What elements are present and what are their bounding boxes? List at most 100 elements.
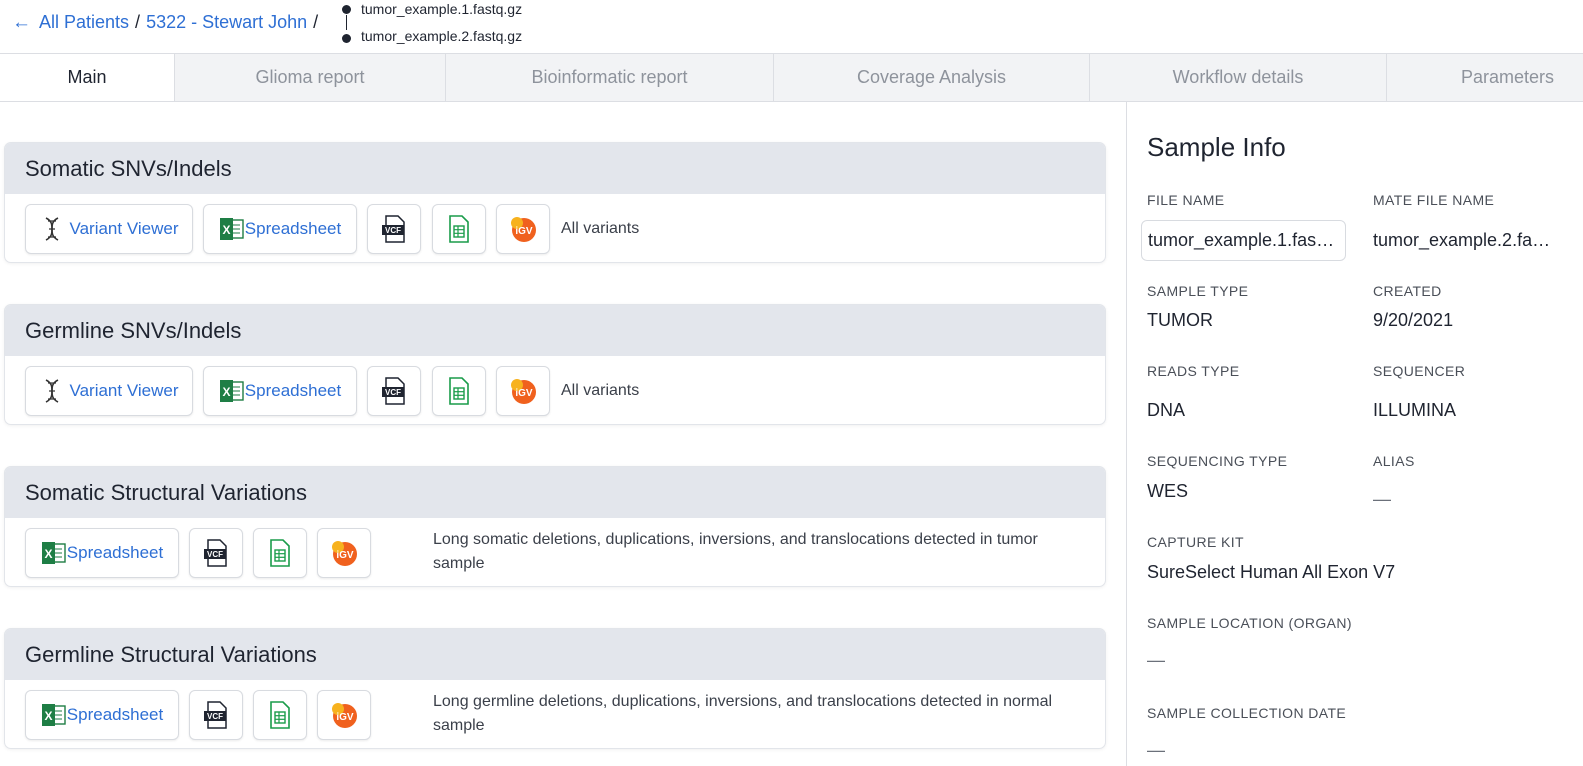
- dna-icon: [40, 216, 64, 242]
- sample-file-pair: tumor_example.1.fastq.gz tumor_example.2…: [340, 0, 580, 50]
- vcf-download-button[interactable]: VCF: [189, 690, 243, 740]
- igv-button[interactable]: iGV: [496, 366, 550, 416]
- dna-icon: [40, 378, 64, 404]
- tab-parameters[interactable]: Parameters: [1387, 54, 1583, 101]
- vcf-download-button[interactable]: VCF: [367, 204, 421, 254]
- created-label: CREATED: [1373, 283, 1442, 299]
- created-value: 9/20/2021: [1373, 310, 1454, 330]
- collection-date-value: —: [1147, 740, 1165, 760]
- sheet-download-button[interactable]: [253, 690, 307, 740]
- igv-button[interactable]: iGV: [317, 690, 371, 740]
- tab-bar: Main Glioma report Bioinformatic report …: [0, 53, 1583, 102]
- igv-button[interactable]: iGV: [496, 204, 550, 254]
- vcf-file-icon: VCF: [203, 701, 229, 729]
- section-germline-structural-variations: Germline Structural Variations X Spreads…: [4, 628, 1106, 749]
- section-somatic-snvs: Somatic SNVs/Indels Variant Viewer X Spr…: [4, 142, 1106, 263]
- sample-type-label: SAMPLE TYPE: [1147, 283, 1249, 299]
- vcf-file-icon: VCF: [203, 539, 229, 567]
- top-bar: ← All Patients / 5322 - Stewart John / t…: [0, 0, 1583, 53]
- spreadsheet-button[interactable]: X Spreadsheet: [25, 528, 179, 578]
- sample-location-value: —: [1147, 650, 1165, 670]
- svg-text:iGV: iGV: [515, 226, 533, 237]
- section-description: All variants: [561, 220, 640, 237]
- sample-location-label: SAMPLE LOCATION (ORGAN): [1147, 615, 1352, 631]
- spreadsheet-button[interactable]: X Spreadsheet: [203, 204, 357, 254]
- arrow-left-icon[interactable]: ←: [12, 13, 31, 32]
- svg-text:X: X: [222, 385, 230, 399]
- spreadsheet-button[interactable]: X Spreadsheet: [25, 690, 179, 740]
- mate-file-name-label: MATE FILE NAME: [1373, 192, 1495, 208]
- variant-viewer-button[interactable]: Variant Viewer: [25, 204, 193, 254]
- breadcrumb: ← All Patients / 5322 - Stewart John /: [12, 12, 324, 33]
- tab-bioinformatic-report[interactable]: Bioinformatic report: [446, 54, 774, 101]
- tab-glioma-report[interactable]: Glioma report: [175, 54, 446, 101]
- sample-type-value: TUMOR: [1147, 310, 1213, 330]
- excel-icon: X: [219, 217, 245, 241]
- sheet-download-button[interactable]: [253, 528, 307, 578]
- mate-file-name-value: tumor_example.2.fastq.gz: [1373, 230, 1558, 250]
- igv-icon: iGV: [508, 214, 538, 244]
- svg-text:iGV: iGV: [515, 388, 533, 399]
- svg-text:X: X: [222, 223, 230, 237]
- vcf-file-icon: VCF: [381, 377, 407, 405]
- sequencing-type-label: SEQUENCING TYPE: [1147, 453, 1288, 469]
- igv-button[interactable]: iGV: [317, 528, 371, 578]
- breadcrumb-all-patients[interactable]: All Patients: [39, 12, 129, 33]
- sheet-download-button[interactable]: [432, 204, 486, 254]
- sequencer-label: SEQUENCER: [1373, 363, 1466, 379]
- svg-text:VCF: VCF: [207, 712, 223, 721]
- igv-icon: iGV: [508, 376, 538, 406]
- capture-kit-label: CAPTURE KIT: [1147, 534, 1244, 550]
- breadcrumb-separator: /: [313, 12, 319, 32]
- sample-info-title: Sample Info: [1147, 132, 1286, 162]
- svg-text:VCF: VCF: [207, 550, 223, 559]
- spreadsheet-label: Spreadsheet: [244, 381, 342, 400]
- svg-text:iGV: iGV: [336, 550, 354, 561]
- excel-icon: X: [41, 703, 67, 727]
- section-title: Germline SNVs/Indels: [5, 305, 1105, 356]
- breadcrumb-separator: /: [135, 12, 141, 32]
- igv-icon: iGV: [329, 700, 359, 730]
- svg-text:X: X: [44, 709, 52, 723]
- tab-coverage-analysis[interactable]: Coverage Analysis: [774, 54, 1090, 101]
- section-title: Somatic Structural Variations: [5, 467, 1105, 518]
- spreadsheet-label: Spreadsheet: [66, 543, 164, 562]
- igv-icon: iGV: [329, 538, 359, 568]
- google-sheet-icon: [448, 377, 470, 405]
- svg-text:iGV: iGV: [336, 712, 354, 723]
- alias-value: —: [1373, 489, 1391, 509]
- breadcrumb-patient[interactable]: 5322 - Stewart John: [146, 12, 307, 33]
- variant-viewer-button[interactable]: Variant Viewer: [25, 366, 193, 416]
- sequencer-value: ILLUMINA: [1373, 400, 1457, 420]
- file-name-1: tumor_example.1.fastq.gz: [361, 1, 523, 17]
- file-connector-line: [346, 15, 347, 30]
- file-dot-icon: [342, 34, 351, 43]
- svg-text:VCF: VCF: [385, 226, 401, 235]
- svg-text:X: X: [44, 547, 52, 561]
- file-dot-icon: [342, 5, 351, 14]
- collection-date-label: SAMPLE COLLECTION DATE: [1147, 705, 1347, 721]
- google-sheet-icon: [269, 701, 291, 729]
- tab-main[interactable]: Main: [0, 54, 175, 101]
- reads-type-label: READS TYPE: [1147, 363, 1240, 379]
- sheet-download-button[interactable]: [432, 366, 486, 416]
- section-title: Somatic SNVs/Indels: [5, 143, 1105, 194]
- main-panel: Somatic SNVs/Indels Variant Viewer X Spr…: [0, 102, 1126, 766]
- capture-kit-value: SureSelect Human All Exon V7: [1147, 562, 1396, 582]
- svg-text:VCF: VCF: [385, 388, 401, 397]
- section-title: Germline Structural Variations: [5, 629, 1105, 680]
- section-somatic-structural-variations: Somatic Structural Variations X Spreadsh…: [4, 466, 1106, 587]
- tab-workflow-details[interactable]: Workflow details: [1090, 54, 1387, 101]
- google-sheet-icon: [448, 215, 470, 243]
- spreadsheet-label: Spreadsheet: [244, 219, 342, 238]
- file-name-2: tumor_example.2.fastq.gz: [361, 28, 523, 44]
- vcf-download-button[interactable]: VCF: [367, 366, 421, 416]
- google-sheet-icon: [269, 539, 291, 567]
- reads-type-value: DNA: [1147, 400, 1186, 420]
- vcf-download-button[interactable]: VCF: [189, 528, 243, 578]
- file-name-label: FILE NAME: [1147, 192, 1225, 208]
- file-name-value[interactable]: tumor_example.1.fastq.gz: [1141, 220, 1346, 261]
- spreadsheet-button[interactable]: X Spreadsheet: [203, 366, 357, 416]
- alias-label: ALIAS: [1373, 453, 1415, 469]
- section-description: Long germline deletions, duplications, i…: [433, 693, 1053, 734]
